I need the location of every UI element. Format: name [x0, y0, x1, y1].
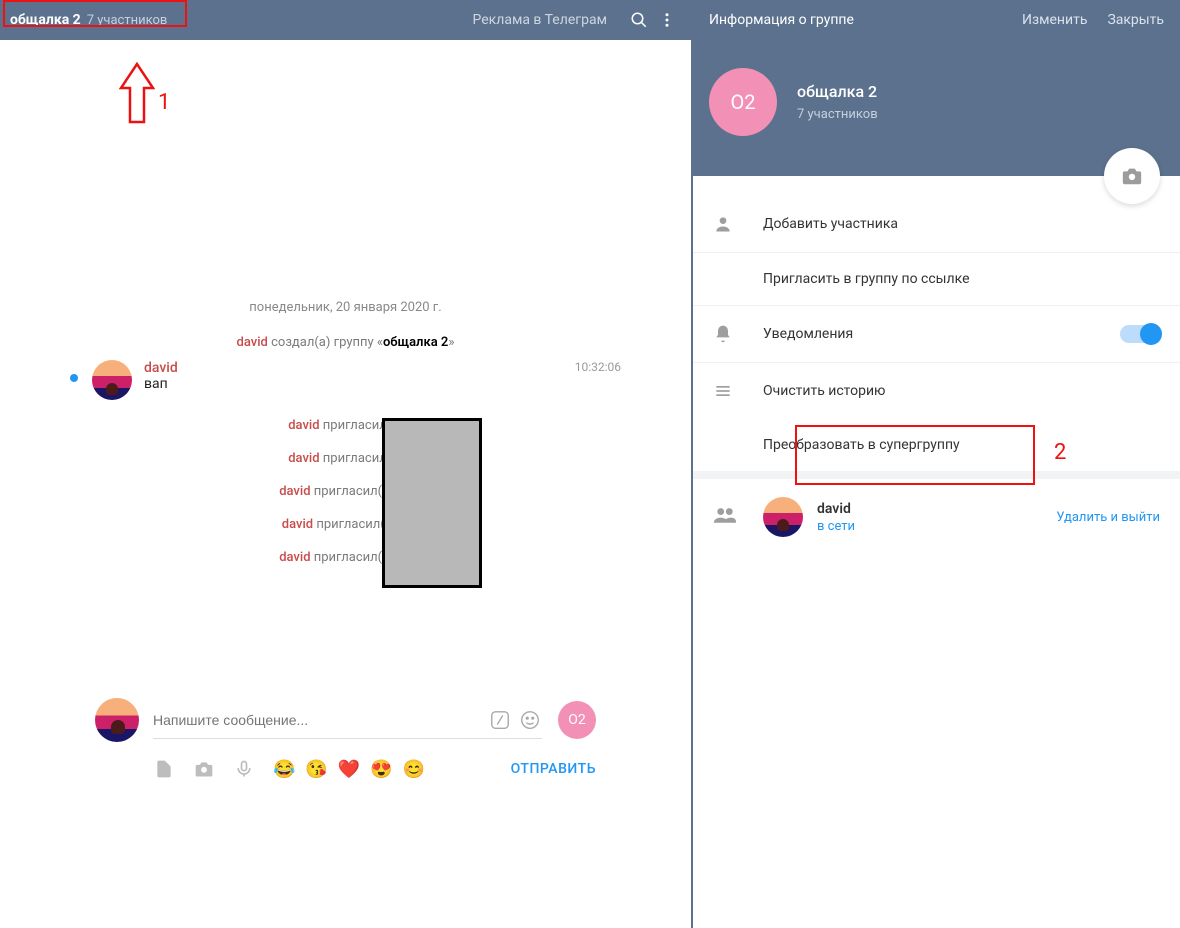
invite-line: david пригласил(а): [0, 451, 691, 466]
emoji-icon[interactable]: [518, 708, 542, 732]
group-info-top: О2 общалка 2 7 участников: [693, 40, 1180, 176]
info-title: Информация о группе: [709, 12, 854, 28]
unread-dot-icon: [70, 374, 78, 382]
clear-history-item[interactable]: Очистить историю: [693, 363, 1180, 419]
camera-icon[interactable]: [193, 758, 215, 780]
close-button[interactable]: Закрыть: [1107, 12, 1164, 28]
notifications-toggle[interactable]: [1120, 325, 1160, 343]
annotation-label-2: 2: [1054, 440, 1066, 465]
chat-header[interactable]: общалка 2 7 участников Реклама в Телегра…: [0, 0, 691, 40]
slash-command-icon[interactable]: [488, 708, 512, 732]
person-icon: [713, 214, 763, 234]
compose-area: О2 😂 😘 ❤️ 😍 😊 ОТПРАВИТЬ: [0, 698, 691, 780]
attach-file-icon[interactable]: [153, 758, 175, 780]
group-members: 7 участников: [797, 107, 878, 122]
search-icon[interactable]: [625, 11, 653, 29]
message-input[interactable]: [153, 712, 482, 728]
group-avatar[interactable]: О2: [709, 68, 777, 136]
invite-line: david пригласил(а): [0, 418, 691, 433]
emoji[interactable]: 😂: [273, 759, 295, 780]
member-name: david: [817, 501, 855, 517]
menu-lines-icon: [713, 381, 763, 401]
set-photo-button[interactable]: [1104, 148, 1160, 204]
add-member-item[interactable]: Добавить участника: [693, 196, 1180, 253]
chat-members: 7 участников: [87, 13, 168, 28]
invite-list: david пригласил(а) david пригласил(а) da…: [0, 418, 691, 565]
message-row: david вап 10:32:06: [0, 360, 691, 400]
edit-button[interactable]: Изменить: [1022, 12, 1087, 28]
quick-emoji-bar: 😂 😘 ❤️ 😍 😊: [273, 759, 425, 780]
invite-line: david пригласил(а) Vk: [0, 550, 691, 565]
message-time: 10:32:06: [575, 360, 631, 400]
invite-line: david пригласил(а) м: [0, 517, 691, 532]
chat-body: понедельник, 20 января 2020 г. david соз…: [0, 40, 691, 565]
microphone-icon[interactable]: [233, 758, 255, 780]
avatar[interactable]: [92, 360, 132, 400]
convert-supergroup-item[interactable]: Преобразовать в супергруппу: [693, 419, 1180, 479]
menu-icon[interactable]: [653, 11, 681, 29]
chat-title: общалка 2: [10, 12, 81, 28]
group-name: общалка 2: [797, 82, 878, 101]
emoji[interactable]: 😘: [305, 759, 327, 780]
self-avatar[interactable]: [95, 698, 139, 742]
member-status: в сети: [817, 519, 855, 534]
leave-button[interactable]: Удалить и выйти: [1056, 510, 1160, 525]
info-header: Информация о группе Изменить Закрыть: [693, 0, 1180, 40]
bell-icon: [713, 324, 763, 344]
invite-line: david пригласил(а) Vk: [0, 484, 691, 499]
notifications-item[interactable]: Уведомления: [693, 306, 1180, 363]
emoji[interactable]: 😊: [403, 759, 425, 780]
message-text: вап: [144, 376, 575, 392]
member-avatar[interactable]: [763, 497, 803, 537]
redaction-mask: [382, 418, 482, 588]
emoji[interactable]: 😍: [370, 759, 392, 780]
send-button[interactable]: ОТПРАВИТЬ: [511, 761, 596, 777]
member-row: david в сети Удалить и выйти: [693, 479, 1180, 555]
ad-link[interactable]: Реклама в Телеграм: [473, 12, 607, 28]
system-created: david создал(а) группу «общалка 2»: [0, 335, 691, 350]
recipient-avatar[interactable]: О2: [558, 701, 596, 739]
invite-link-item[interactable]: Пригласить в группу по ссылке: [693, 253, 1180, 306]
sys-author: david: [237, 335, 268, 350]
emoji[interactable]: ❤️: [338, 759, 360, 780]
date-separator: понедельник, 20 января 2020 г.: [0, 300, 691, 315]
message-author[interactable]: david: [144, 360, 575, 376]
people-icon: [713, 505, 763, 529]
